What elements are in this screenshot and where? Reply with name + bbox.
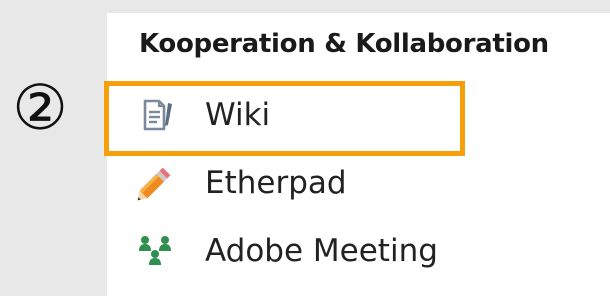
menu-item-wiki[interactable]: Wiki (135, 91, 270, 139)
section-heading: Kooperation & Kollaboration (139, 29, 549, 59)
menu-item-label: Wiki (205, 97, 271, 133)
step-number-marker: ② (12, 71, 68, 144)
menu-item-adobe-meeting[interactable]: Adobe Meeting (135, 227, 438, 275)
menu-item-label: Adobe Meeting (205, 233, 438, 269)
menu-item-etherpad[interactable]: Etherpad (135, 159, 347, 207)
wiki-icon (135, 95, 175, 135)
pencil-icon (135, 163, 175, 203)
meeting-people-icon (135, 231, 175, 271)
menu-item-label: Etherpad (205, 165, 347, 201)
navigation-panel: Kooperation & Kollaboration Wiki Etherpa… (107, 13, 610, 296)
